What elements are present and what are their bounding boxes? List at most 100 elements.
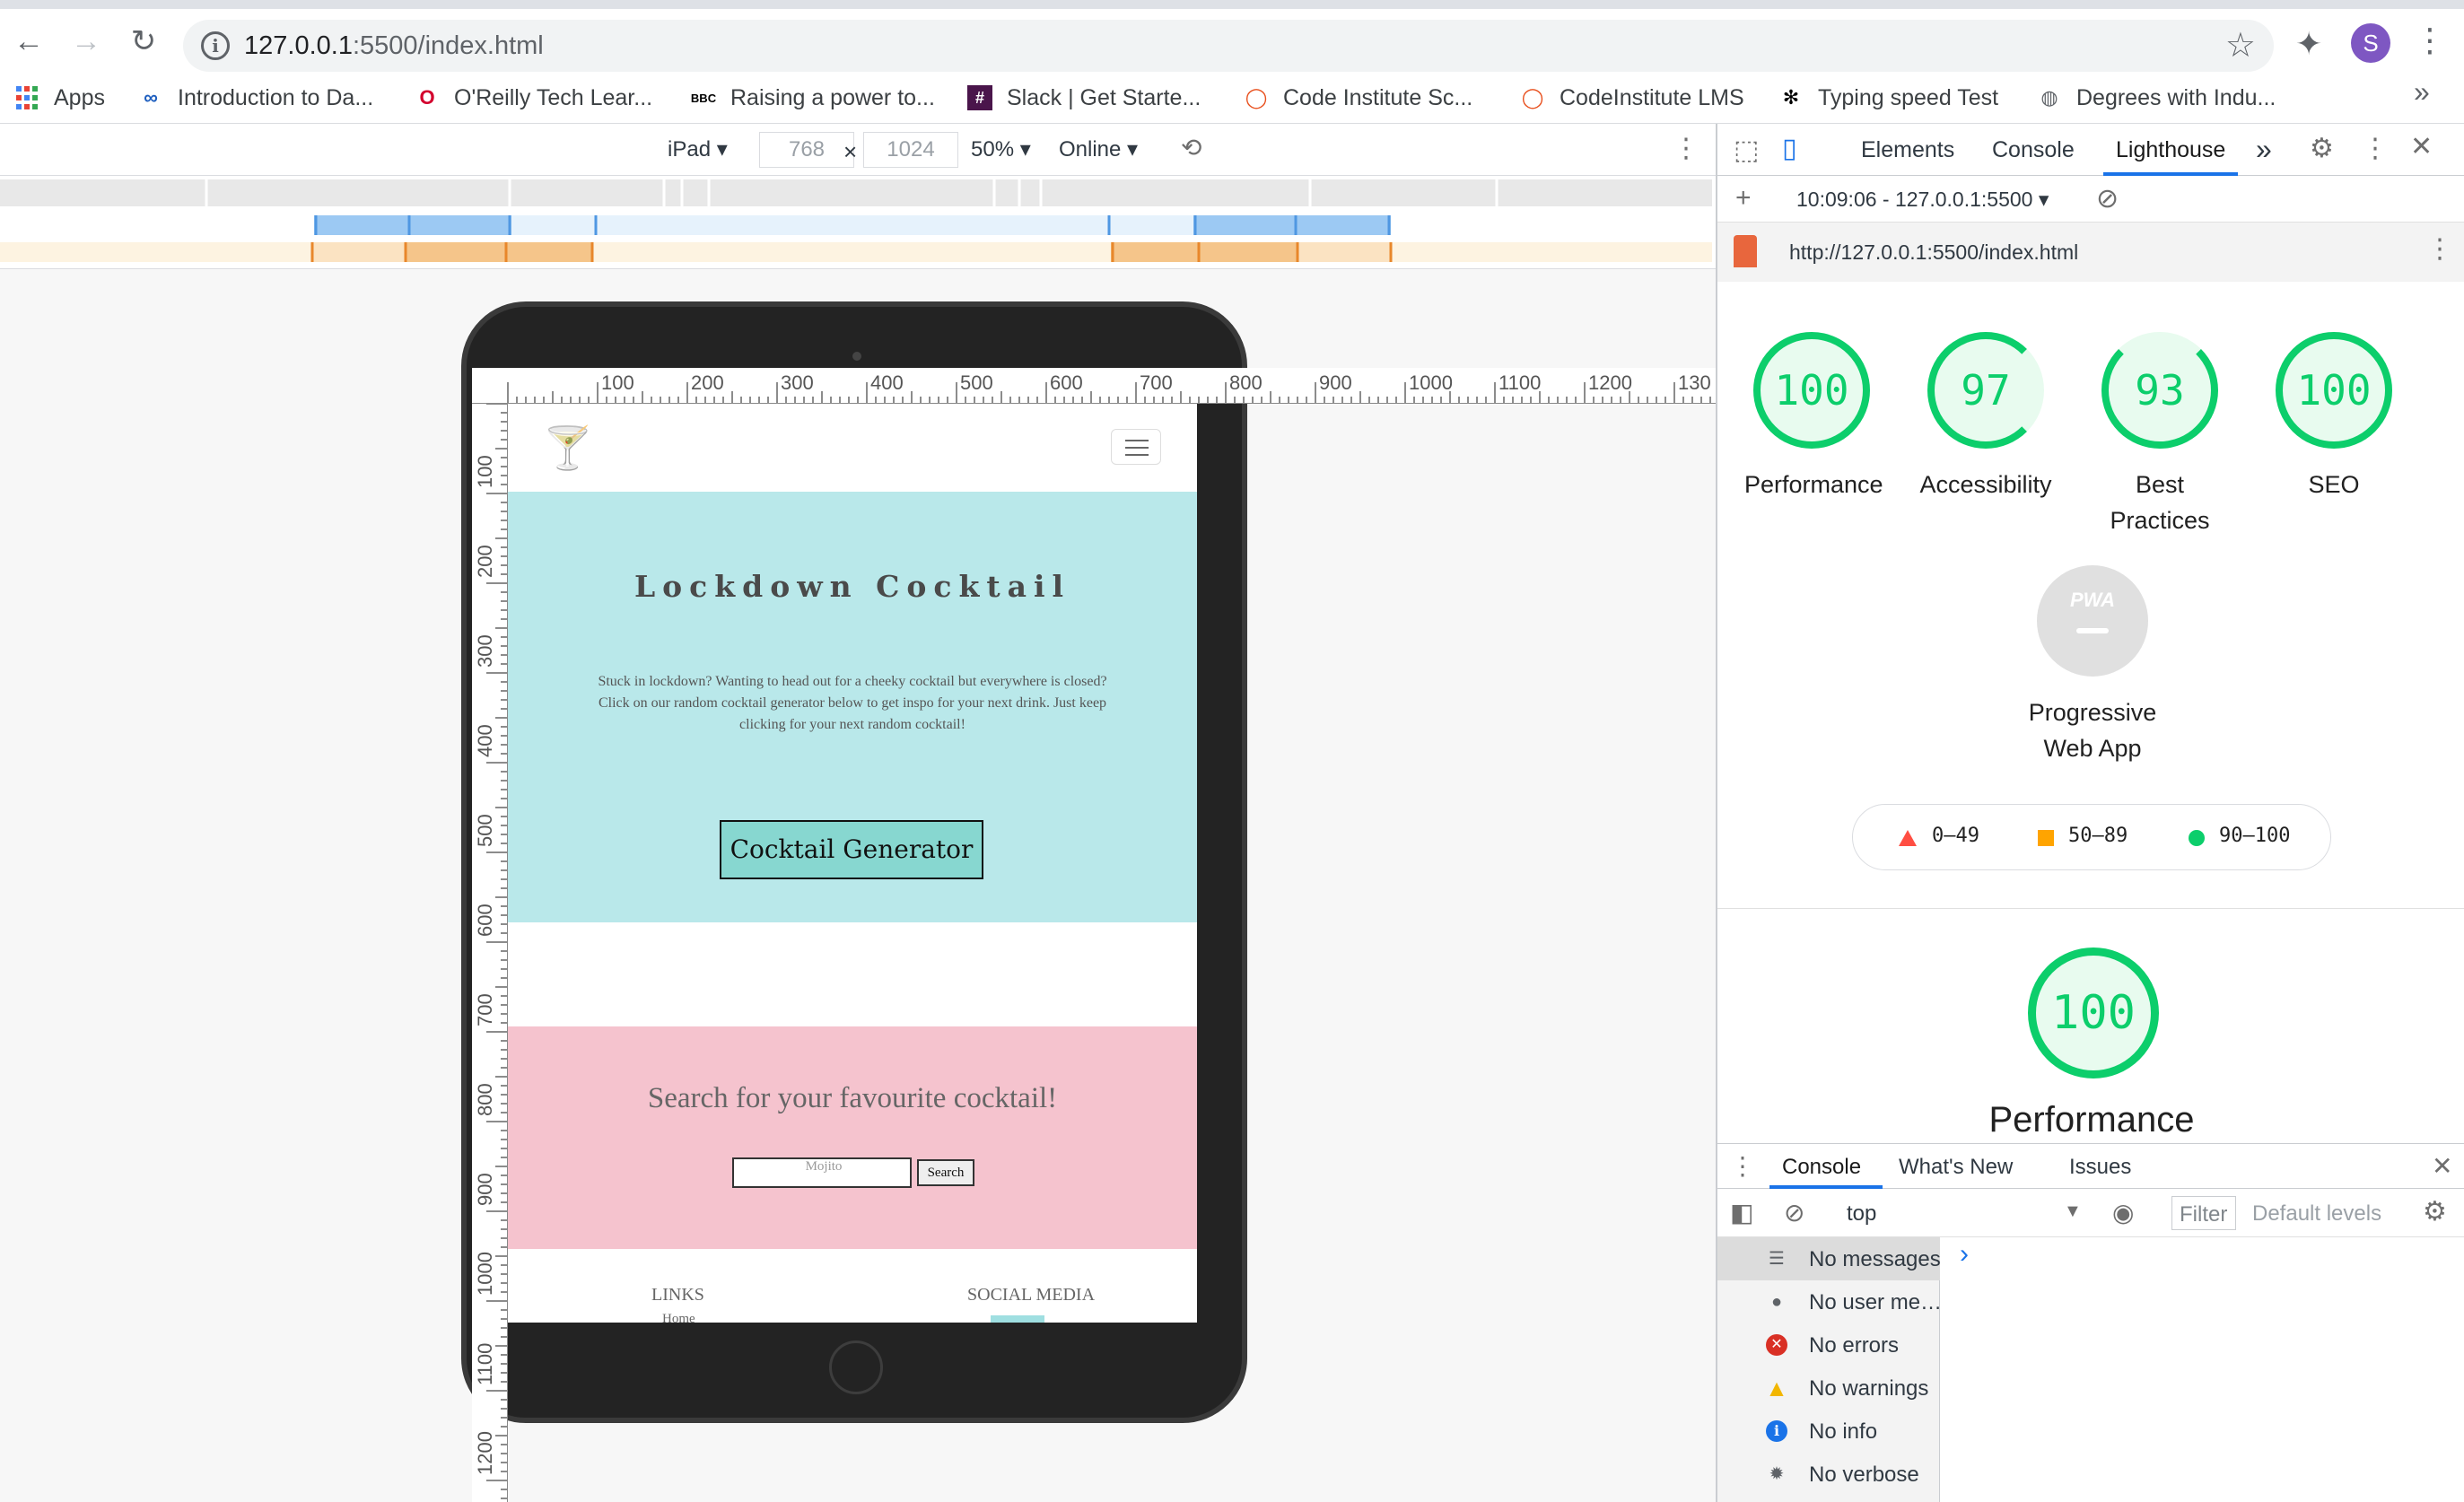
bookmark-apps[interactable]: Apps (14, 81, 105, 115)
score-value: 100 (2276, 332, 2392, 449)
device-toggle-icon[interactable]: ▯ (1782, 133, 1797, 164)
settings-gear-icon[interactable]: ⚙ (2310, 133, 2334, 164)
footer-home-link[interactable]: Home (662, 1312, 695, 1323)
ruler-tick-label: 300 (781, 371, 814, 394)
apps-grid-icon (14, 85, 39, 110)
drawer-menu-icon[interactable]: ⋮ (1730, 1151, 1755, 1181)
drawer-tab-whats-new[interactable]: What's New (1899, 1155, 2013, 1180)
reload-icon[interactable]: ↻ (124, 22, 163, 61)
clear-reports-icon[interactable]: ⊘ (2096, 183, 2119, 214)
bookmark-slack[interactable]: # Slack | Get Starte... (967, 81, 1201, 115)
more-bookmarks-icon[interactable]: » (2414, 75, 2430, 109)
height-input[interactable]: 1024 (863, 132, 958, 168)
score-gauge-performance[interactable]: 100 Performance (1744, 332, 1883, 502)
footer-social-heading: SOCIAL MEDIA (967, 1285, 1096, 1305)
device-select[interactable]: iPad ▾ (668, 136, 728, 162)
tab-console[interactable]: Console (1992, 137, 2075, 163)
score-label: SEO (2308, 471, 2360, 498)
inspect-element-icon[interactable]: ⬚ (1734, 135, 1759, 166)
ruler-tick-label: 900 (1319, 371, 1352, 394)
devtools-panel: ⬚ ▯ Elements Console Lighthouse » ⚙ ⋮ ✕ … (1716, 124, 2464, 1502)
forward-icon[interactable]: → (66, 22, 106, 61)
ruler-tick-label: 500 (474, 814, 496, 847)
performance-score-gauge[interactable]: 100 (2028, 947, 2159, 1078)
bookmark-bbc[interactable]: BBC Raising a power to... (691, 81, 935, 115)
ruler-tick-label: 130 (1678, 371, 1711, 394)
search-section: Search for your favourite cocktail! Moji… (508, 1026, 1197, 1249)
report-select[interactable]: 10:09:06 - 127.0.0.1:5500 ▾ (1796, 188, 2049, 212)
rotate-icon[interactable]: ⟲ (1181, 133, 1201, 162)
bookmark-degrees[interactable]: ◍ Degrees with Indu... (2037, 81, 2276, 115)
extensions-puzzle-icon[interactable]: ✦ (2295, 25, 2322, 63)
devtools-menu-icon[interactable]: ⋮ (2362, 133, 2389, 164)
back-icon[interactable]: ← (9, 22, 48, 61)
log-levels-select[interactable]: Default levels (2252, 1201, 2381, 1227)
pwa-badge-icon[interactable]: PWA (2037, 565, 2148, 677)
score-label: Best Practices (2110, 471, 2210, 534)
score-gauge-accessibility[interactable]: 97 Accessibility (1918, 332, 2053, 502)
ruler-tick-label: 400 (870, 371, 904, 394)
filter-input[interactable]: Filter (2171, 1196, 2236, 1230)
close-drawer-icon[interactable]: ✕ (2432, 1151, 2452, 1181)
score-gauge-seo[interactable]: 100 SEO (2267, 332, 2401, 502)
pwa-label: Progressive Web App (2028, 699, 2157, 762)
cocktail-generator-button[interactable]: Cocktail Generator (720, 820, 983, 879)
new-report-icon[interactable]: + (1735, 183, 1752, 214)
warning-icon: ▲ (1765, 1375, 1788, 1402)
ruler-tick-label: 300 (474, 634, 496, 668)
site-info-icon[interactable]: i (201, 31, 230, 60)
browser-menu-icon[interactable]: ⋮ (2414, 22, 2446, 59)
sidebar-toggle-icon[interactable]: ◧ (1730, 1198, 1753, 1227)
drawer-tab-console[interactable]: Console (1782, 1155, 1861, 1180)
error-icon: ✕ (1766, 1334, 1787, 1356)
media-query-graphic[interactable] (0, 176, 1714, 269)
profile-avatar[interactable]: S (2351, 23, 2390, 63)
social-icons[interactable] (991, 1315, 1044, 1323)
search-button[interactable]: Search (917, 1159, 974, 1186)
throttle-select[interactable]: Online ▾ (1059, 136, 1138, 162)
bookmark-code-institute[interactable]: ◯ Code Institute Sc... (1244, 81, 1473, 115)
context-select[interactable]: top (1847, 1201, 1876, 1227)
address-bar[interactable]: i 127.0.0.1:5500/index.html ☆ (183, 20, 2274, 72)
sidebar-item-info[interactable]: i No info (1717, 1410, 1940, 1453)
device-menu-icon[interactable]: ⋮ (1673, 133, 1699, 164)
console-prompt-icon[interactable]: › (1960, 1239, 1969, 1270)
clear-console-icon[interactable]: ⊘ (1784, 1198, 1804, 1227)
console-settings-icon[interactable]: ⚙ (2423, 1196, 2447, 1227)
address-url[interactable]: 127.0.0.1:5500/index.html (244, 31, 544, 61)
sidebar-item-verbose[interactable]: ✹ No verbose (1717, 1453, 1940, 1496)
bookmark-intro-data[interactable]: ∞ Introduction to Da... (138, 81, 373, 115)
sidebar-item-errors[interactable]: ✕ No errors (1717, 1323, 1940, 1367)
cocktail-logo-icon[interactable]: 🍸 (542, 424, 593, 473)
console-sidebar: ☰ No messages ● No user me… ✕ No errors … (1717, 1237, 1940, 1502)
report-url-bar: http://127.0.0.1:5500/index.html ⋮ (1717, 223, 2464, 282)
report-url[interactable]: http://127.0.0.1:5500/index.html (1789, 240, 2078, 265)
sidebar-item-warnings[interactable]: ▲ No warnings (1717, 1367, 1940, 1410)
hamburger-menu-icon[interactable] (1111, 429, 1161, 465)
more-tabs-icon[interactable]: » (2256, 133, 2272, 166)
bookmark-codeinstitute-lms[interactable]: ◯ CodeInstitute LMS (1520, 81, 1744, 115)
drawer-tab-issues[interactable]: Issues (2069, 1155, 2131, 1180)
zoom-value: 50% (971, 137, 1015, 162)
close-devtools-icon[interactable]: ✕ (2410, 131, 2433, 162)
sidebar-item-label: No verbose (1809, 1463, 1919, 1487)
bookmark-oreilly[interactable]: O O'Reilly Tech Lear... (415, 81, 652, 115)
cocktail-search-input[interactable]: Mojito (732, 1157, 912, 1188)
infinity-icon: ∞ (144, 86, 158, 109)
ruler-tick-label: 600 (474, 904, 496, 937)
width-input[interactable]: 768 (759, 132, 854, 168)
report-menu-icon[interactable]: ⋮ (2426, 233, 2453, 265)
score-gauge-best-practices[interactable]: 93 Best Practices (2093, 332, 2227, 538)
device-emulation-area: 100 200 300 400 500 600 700 800 900 1000 1100 1200 1… (0, 269, 1716, 1502)
user-icon: ● (1770, 1292, 1783, 1312)
sidebar-item-messages[interactable]: ☰ No messages (1717, 1237, 1940, 1280)
ruler-tick-label: 500 (960, 371, 993, 394)
ruler-tick-label: 1200 (1588, 371, 1632, 394)
live-expression-eye-icon[interactable]: ◉ (2112, 1198, 2134, 1227)
tab-elements[interactable]: Elements (1861, 137, 1954, 163)
bookmark-star-icon[interactable]: ☆ (2225, 25, 2256, 65)
bookmark-typing-test[interactable]: ✻ Typing speed Test (1778, 81, 1998, 115)
sidebar-item-user-messages[interactable]: ● No user me… (1717, 1280, 1940, 1323)
tab-lighthouse[interactable]: Lighthouse (2116, 137, 2225, 163)
zoom-select[interactable]: 50% ▾ (971, 136, 1031, 162)
